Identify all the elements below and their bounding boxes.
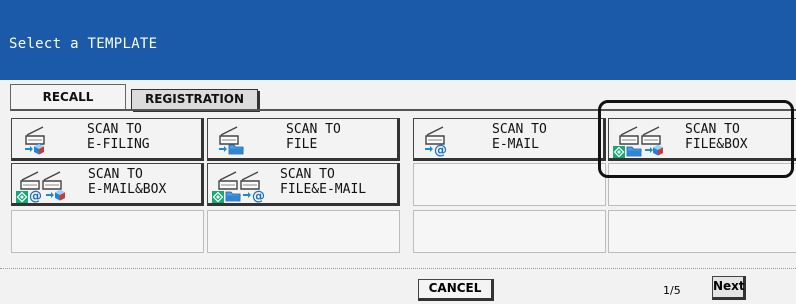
template-label-line2: E-MAIL&BOX xyxy=(88,182,167,197)
header-bar: Select a TEMPLATE xyxy=(0,0,796,80)
template-scan-to-email[interactable]: SCAN TO E-MAIL xyxy=(413,118,606,161)
tab-recall[interactable]: RECALL xyxy=(10,84,126,110)
template-slot-empty[interactable] xyxy=(11,210,204,253)
template-scan-to-email-and-box[interactable]: SCAN TO E-MAIL&BOX xyxy=(11,163,204,206)
template-label-line1: SCAN TO xyxy=(88,167,143,182)
scan-to-efiling-icon xyxy=(25,126,45,155)
template-slot-empty[interactable] xyxy=(207,210,400,253)
footer-divider xyxy=(0,268,796,269)
cancel-button[interactable]: CANCEL xyxy=(418,279,494,301)
scan-to-email-icon xyxy=(425,126,447,158)
template-slot-empty[interactable] xyxy=(413,163,606,206)
template-label-line1: SCAN TO xyxy=(280,167,335,182)
template-label-line1: SCAN TO xyxy=(492,122,547,137)
page-indicator: 1/5 xyxy=(663,284,681,297)
scan-to-file-and-email-icon xyxy=(212,171,265,204)
template-label-line1: SCAN TO xyxy=(286,122,341,137)
template-scan-to-file[interactable]: SCAN TO FILE xyxy=(207,118,400,161)
scan-to-email-and-box-icon xyxy=(16,171,65,204)
template-scan-to-file-and-email[interactable]: SCAN TO FILE&E-MAIL xyxy=(207,163,400,206)
selection-highlight xyxy=(598,100,794,178)
template-label-line1: SCAN TO xyxy=(87,122,142,137)
next-button[interactable]: Next xyxy=(712,276,746,300)
template-slot-empty[interactable] xyxy=(608,210,796,253)
tab-registration[interactable]: REGISTRATION xyxy=(131,89,258,110)
template-label-line2: FILE xyxy=(286,137,318,152)
template-slot-empty[interactable] xyxy=(413,210,606,253)
template-scan-to-efiling[interactable]: SCAN TO E-FILING xyxy=(11,118,204,161)
template-label-line2: E-MAIL xyxy=(492,137,539,152)
template-label-line2: FILE&E-MAIL xyxy=(280,182,367,197)
template-label-line2: E-FILING xyxy=(87,137,150,152)
page-title: Select a TEMPLATE xyxy=(9,36,158,52)
scan-to-file-icon xyxy=(219,126,245,155)
